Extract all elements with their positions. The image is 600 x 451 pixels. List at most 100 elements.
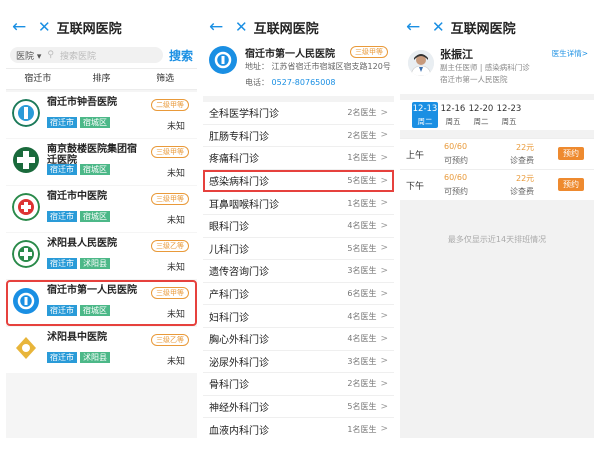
department-name: 疼痛科门诊 — [209, 154, 259, 166]
department-item[interactable]: 遗传咨询门诊 3名医生 > — [203, 260, 394, 283]
weekday-label: 周二 — [473, 116, 489, 126]
search-icon: ⚲ — [47, 50, 55, 60]
department-item-selected[interactable]: 感染病科门诊 5名医生 > — [203, 169, 394, 193]
department-item[interactable]: 全科医学科门诊 2名医生 > — [203, 102, 394, 125]
doctor-title: 副主任医师 | 感染病科门诊 — [440, 63, 530, 72]
hospital-name: 宿迁市钟吾医院 — [47, 97, 117, 108]
chevron-right-icon: > — [380, 130, 388, 141]
filter-more[interactable]: 筛选 — [133, 69, 197, 89]
doctor-hospital: 宿迁市第一人民医院 — [440, 75, 508, 84]
date-tab[interactable]: 12-20 周二 — [468, 102, 494, 128]
page-title: 互联网医院 — [56, 21, 122, 37]
phone-label: 电话： — [245, 78, 269, 87]
district-tag: 沭阳县 — [80, 352, 110, 363]
hospital-list-item[interactable]: 宿迁市中医院 宿迁市 宿城区 三级甲等 未知 — [6, 186, 197, 232]
department-item[interactable]: 血液内科门诊 1名医生 > — [203, 418, 394, 438]
department-item[interactable]: 泌尿外科门诊 3名医生 > — [203, 351, 394, 374]
doctor-count: 1名医生 — [347, 198, 377, 208]
chevron-right-icon: > — [380, 311, 388, 322]
district-tag: 宿城区 — [80, 117, 110, 128]
search-button[interactable]: 搜索 — [169, 47, 193, 64]
doctor-count: 4名医生 — [347, 311, 377, 321]
chevron-right-icon: > — [380, 175, 388, 186]
doctor-count: 4名医生 — [347, 334, 377, 344]
doctor-count: 2名医生 — [347, 379, 377, 389]
fee-label: 诊查费 — [510, 187, 534, 196]
district-tag: 宿城区 — [80, 211, 110, 222]
grade-badge: 三级甲等 — [350, 46, 388, 58]
book-button[interactable]: 预约 — [558, 178, 584, 191]
hospital-list-screen: ← ✕ 互联网医院 医院 ▾ ⚲ 搜索医院 搜索 宿迁市 排序 筛选 宿迁市钟吾… — [6, 12, 197, 438]
header-bar: ← ✕ 互联网医院 — [6, 12, 197, 42]
grade-badge: 三级甲等 — [151, 146, 189, 158]
date-tab-selected[interactable]: 12-13 周二 — [412, 102, 438, 128]
hospital-list-item[interactable]: 南京鼓楼医院集团宿迁医院 宿迁市 宿城区 三级甲等 未知 — [6, 139, 197, 185]
book-button[interactable]: 预约 — [558, 147, 584, 160]
filter-sort[interactable]: 排序 — [70, 69, 134, 89]
hospital-status: 未知 — [166, 169, 185, 179]
search-input[interactable]: 医院 ▾ ⚲ 搜索医院 — [10, 47, 163, 63]
phone-number[interactable]: 0527-80765008 — [272, 78, 336, 87]
hospital-list-item[interactable]: 沭阳县中医院 宿迁市 沭阳县 三级乙等 未知 — [6, 327, 197, 373]
department-item[interactable]: 眼科门诊 4名医生 > — [203, 215, 394, 238]
department-name: 遗传咨询门诊 — [209, 267, 269, 279]
department-item[interactable]: 疼痛科门诊 1名医生 > — [203, 147, 394, 170]
hospital-list-item-selected[interactable]: 宿迁市第一人民医院 宿迁市 宿城区 三级甲等 未知 — [6, 280, 197, 326]
chevron-right-icon: > — [380, 288, 388, 299]
department-item[interactable]: 妇科门诊 4名医生 > — [203, 305, 394, 328]
district-tag: 沭阳县 — [80, 258, 110, 269]
chevron-right-icon: > — [380, 152, 388, 163]
close-icon[interactable]: ✕ — [235, 18, 248, 36]
period-label: 下午 — [406, 182, 425, 192]
weekday-label: 周五 — [501, 116, 517, 126]
hospital-list-item[interactable]: 沭阳县人民医院 宿迁市 沭阳县 三级乙等 未知 — [6, 233, 197, 279]
search-scope-label: 医院 — [16, 51, 35, 62]
department-item[interactable]: 儿科门诊 5名医生 > — [203, 238, 394, 261]
hospital-logo-icon — [13, 288, 39, 314]
close-icon[interactable]: ✕ — [38, 18, 51, 36]
department-item[interactable]: 产科门诊 6名医生 > — [203, 283, 394, 306]
screenshot-composite: ← ✕ 互联网医院 医院 ▾ ⚲ 搜索医院 搜索 宿迁市 排序 筛选 宿迁市钟吾… — [0, 0, 600, 451]
back-arrow-icon[interactable]: ← — [209, 17, 225, 37]
date-tab[interactable]: 12-23 周五 — [496, 102, 522, 128]
hospital-status: 未知 — [166, 216, 185, 226]
fee-value: 22元 — [516, 143, 535, 152]
chevron-right-icon: > — [380, 265, 388, 276]
doctor-avatar-icon — [408, 50, 434, 76]
hospital-list-item[interactable]: 宿迁市钟吾医院 宿迁市 宿城区 二级甲等 未知 — [6, 92, 197, 138]
hospital-status: 未知 — [166, 122, 185, 132]
hospital-phone: 电话： 0527-80765008 — [245, 77, 336, 88]
chevron-down-icon: ▾ — [36, 51, 42, 62]
district-tag: 宿城区 — [80, 305, 110, 316]
filter-city[interactable]: 宿迁市 — [6, 69, 70, 89]
doctor-count: 6名医生 — [347, 289, 377, 299]
schedule-note: 最多仅显示近14天排班情况 — [447, 235, 547, 244]
date-tab[interactable]: 12-16 周五 — [440, 102, 466, 128]
page-title: 互联网医院 — [450, 21, 516, 37]
hospital-logo-icon — [12, 240, 40, 268]
chevron-right-icon: > — [380, 198, 388, 209]
department-name: 感染病科门诊 — [209, 177, 269, 189]
department-name: 神经外科门诊 — [209, 403, 269, 415]
department-name: 产科门诊 — [209, 290, 249, 302]
department-item[interactable]: 耳鼻咽喉科门诊 1名医生 > — [203, 192, 394, 215]
department-item[interactable]: 神经外科门诊 5名医生 > — [203, 396, 394, 419]
department-item[interactable]: 肛肠专科门诊 2名医生 > — [203, 125, 394, 148]
chevron-right-icon: > — [380, 243, 388, 254]
chevron-right-icon: > — [380, 107, 388, 118]
department-item[interactable]: 骨科门诊 2名医生 > — [203, 373, 394, 396]
department-item[interactable]: 胸心外科门诊 4名医生 > — [203, 328, 394, 351]
city-tag: 宿迁市 — [47, 164, 77, 175]
chevron-right-icon: > — [380, 220, 388, 231]
quota-label: 可预约 — [444, 187, 468, 196]
weekday-label: 周五 — [445, 116, 461, 126]
doctor-card: 张振江 副主任医师 | 感染病科门诊 宿迁市第一人民医院 医生详情> — [400, 42, 594, 94]
search-scope-select[interactable]: 医院 ▾ — [16, 49, 41, 62]
back-arrow-icon[interactable]: ← — [12, 17, 28, 37]
chevron-right-icon: > — [380, 401, 388, 412]
hospital-logo-icon — [209, 46, 237, 74]
back-arrow-icon[interactable]: ← — [406, 17, 422, 37]
doctor-detail-link[interactable]: 医生详情> — [552, 48, 588, 59]
hospital-name: 宿迁市第一人民医院 — [47, 285, 137, 296]
close-icon[interactable]: ✕ — [432, 18, 445, 36]
